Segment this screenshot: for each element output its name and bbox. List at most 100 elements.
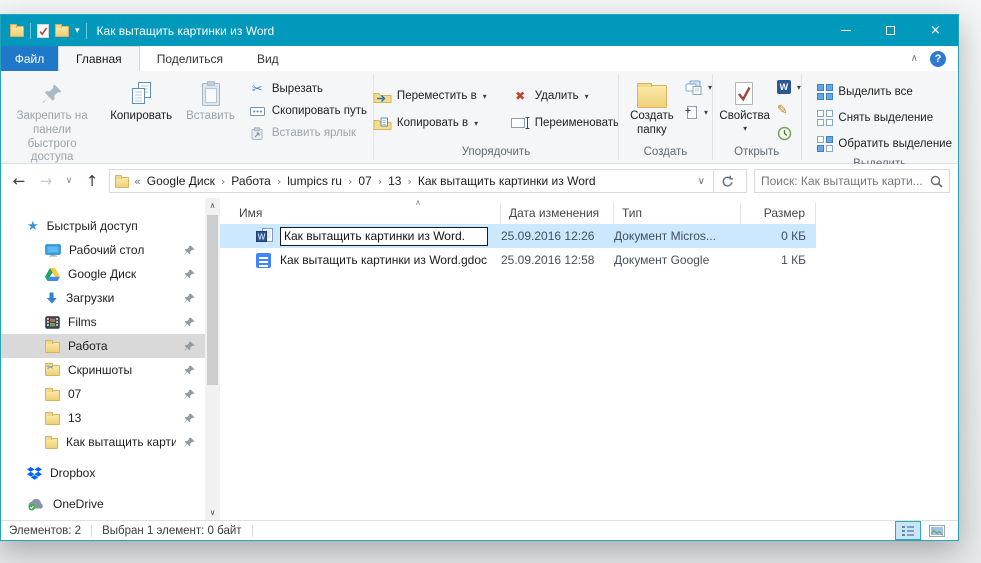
delete-button[interactable]: ✖ Удалить ▾	[511, 87, 619, 105]
quick-access-star-icon: ★	[27, 219, 39, 234]
pin-icon	[184, 293, 195, 304]
select-all-button[interactable]: Выделить все	[817, 83, 952, 101]
sidebar-item-quick-access[interactable]: ★ Быстрый доступ	[1, 214, 205, 238]
history-button[interactable]	[777, 124, 801, 142]
search-icon[interactable]	[930, 175, 943, 188]
column-header-name[interactable]: Имя	[220, 202, 501, 224]
properties-qat-button[interactable]	[37, 24, 49, 38]
tab-share[interactable]: Поделиться	[140, 46, 240, 71]
address-dropdown-icon[interactable]: ∨	[690, 176, 713, 187]
scrollbar-down-icon[interactable]: ∨	[205, 505, 220, 520]
tab-home[interactable]: Главная	[58, 46, 140, 71]
sidebar-item-label: 07	[68, 387, 81, 401]
new-folder-label: Создать папку	[626, 110, 678, 138]
breadcrumb-item[interactable]: lumpics ru	[282, 174, 347, 188]
edit-button[interactable]: ✎	[777, 101, 801, 119]
close-button[interactable]: ×	[913, 15, 958, 46]
customize-qat-dropdown-icon[interactable]: ▾	[75, 26, 80, 36]
search-box[interactable]	[754, 169, 950, 193]
dropbox-icon	[27, 467, 42, 480]
breadcrumb-item[interactable]: Google Диск	[142, 174, 220, 188]
dropdown-icon: ▾	[474, 119, 478, 128]
tab-file[interactable]: Файл	[1, 46, 58, 71]
new-item-button[interactable]: ▾	[685, 103, 712, 121]
file-row[interactable]: W 25.09.2016 12:26 Документ Micros... 0 …	[220, 224, 816, 248]
tab-view[interactable]: Вид	[240, 46, 296, 71]
open-with-word-button[interactable]: W ▾	[777, 78, 801, 96]
move-to-button[interactable]: Переместить в ▾	[373, 87, 487, 105]
delete-x-icon: ✖	[511, 89, 530, 103]
up-button[interactable]: ↑	[82, 172, 102, 190]
pin-to-quick-access-button[interactable]: Закрепить на панели быстрого доступа	[1, 76, 103, 167]
breadcrumb-item[interactable]: 13	[383, 174, 406, 188]
sidebar-item-desktop[interactable]: Рабочий стол	[1, 238, 205, 262]
pushpin-icon	[40, 78, 64, 110]
sidebar-scrollbar[interactable]: ∧ ∨	[205, 198, 220, 520]
sidebar-item-label: Films	[68, 315, 97, 329]
sidebar-item-films[interactable]: Films	[1, 310, 205, 334]
column-header-size[interactable]: Размер	[741, 202, 816, 224]
sidebar-item-google-drive[interactable]: Google Диск	[1, 262, 205, 286]
forward-button[interactable]: →	[36, 172, 56, 190]
recent-locations-dropdown-icon[interactable]: ∨	[63, 176, 75, 186]
breadcrumb-item[interactable]: Работа	[226, 174, 276, 188]
column-header-type[interactable]: Тип	[614, 202, 741, 224]
sidebar-item-label: Google Диск	[68, 267, 136, 281]
sidebar-item-rabota[interactable]: Работа	[1, 334, 205, 358]
sidebar-item-label: Как вытащить картинки	[66, 435, 176, 449]
copy-to-button[interactable]: Копировать в ▾	[373, 114, 487, 132]
sidebar-item-kak-vytashchit[interactable]: Как вытащить картинки	[1, 430, 205, 454]
sidebar-item-onedrive[interactable]: OneDrive	[1, 492, 205, 516]
details-view-button[interactable]	[895, 521, 921, 540]
sidebar-item-screenshots[interactable]: ✂ Скриншоты	[1, 358, 205, 382]
paste-shortcut-button[interactable]: Вставить ярлык	[248, 124, 367, 142]
sidebar-item-07[interactable]: 07	[1, 382, 205, 406]
properties-button[interactable]: Свойства ▾	[712, 76, 777, 135]
sidebar-item-downloads[interactable]: Загрузки	[1, 286, 205, 310]
address-bar[interactable]: « Google Диск › Работа › lumpics ru › 07…	[109, 169, 747, 193]
collapse-ribbon-icon[interactable]: ∧	[911, 53, 918, 64]
invert-selection-button[interactable]: Обратить выделение	[817, 135, 952, 153]
select-all-label: Выделить все	[838, 86, 912, 98]
back-button[interactable]: ←	[9, 172, 29, 190]
new-folder-button[interactable]: Создать папку	[619, 76, 685, 140]
easy-access-icon	[685, 80, 702, 95]
title-bar[interactable]: ▾ Как вытащить картинки из Word ×	[1, 15, 958, 46]
rename-input[interactable]	[280, 227, 488, 246]
scrollbar-thumb[interactable]	[207, 215, 218, 385]
breadcrumb-item[interactable]: Как вытащить картинки из Word	[413, 174, 601, 188]
file-row[interactable]: Как вытащить картинки из Word.gdoc 25.09…	[220, 248, 816, 272]
file-size: 1 КБ	[741, 248, 816, 272]
breadcrumb-item[interactable]: 07	[353, 174, 376, 188]
sidebar-item-label: Быстрый доступ	[47, 219, 138, 233]
search-input[interactable]	[761, 174, 930, 188]
paste-button[interactable]: Вставить	[179, 76, 242, 126]
scrollbar-up-icon[interactable]: ∧	[205, 198, 220, 213]
refresh-button[interactable]	[714, 175, 741, 188]
minimize-button[interactable]	[823, 15, 868, 46]
copy-path-button[interactable]: Скопировать путь	[248, 102, 367, 120]
sidebar-item-13[interactable]: 13	[1, 406, 205, 430]
sidebar-item-label: Скриншоты	[68, 363, 132, 377]
separator	[252, 525, 253, 537]
rename-button[interactable]: Переименовать	[511, 114, 619, 132]
folder-icon[interactable]	[10, 26, 24, 37]
dropdown-icon: ▾	[585, 92, 589, 101]
help-button[interactable]: ?	[930, 51, 946, 67]
rename-icon	[511, 117, 530, 129]
select-none-button[interactable]: Снять выделение	[817, 109, 952, 127]
copy-button[interactable]: Копировать	[103, 76, 179, 126]
maximize-button[interactable]	[868, 15, 913, 46]
crumb-overflow-icon[interactable]: «	[133, 175, 142, 188]
thumbnail-view-button[interactable]	[924, 521, 950, 540]
separator	[91, 525, 92, 537]
file-type: Документ Google	[614, 248, 741, 272]
new-folder-qat-button[interactable]	[55, 26, 69, 37]
items-count: Элементов: 2	[9, 525, 81, 537]
easy-access-button[interactable]: ▾	[685, 78, 712, 96]
ribbon-tabs: Файл Главная Поделиться Вид ∧ ?	[1, 46, 958, 71]
sidebar-item-dropbox[interactable]: Dropbox	[1, 461, 205, 485]
scrollbar-track[interactable]	[205, 213, 220, 505]
column-header-date[interactable]: Дата изменения	[501, 202, 614, 224]
cut-button[interactable]: ✂ Вырезать	[248, 80, 367, 98]
